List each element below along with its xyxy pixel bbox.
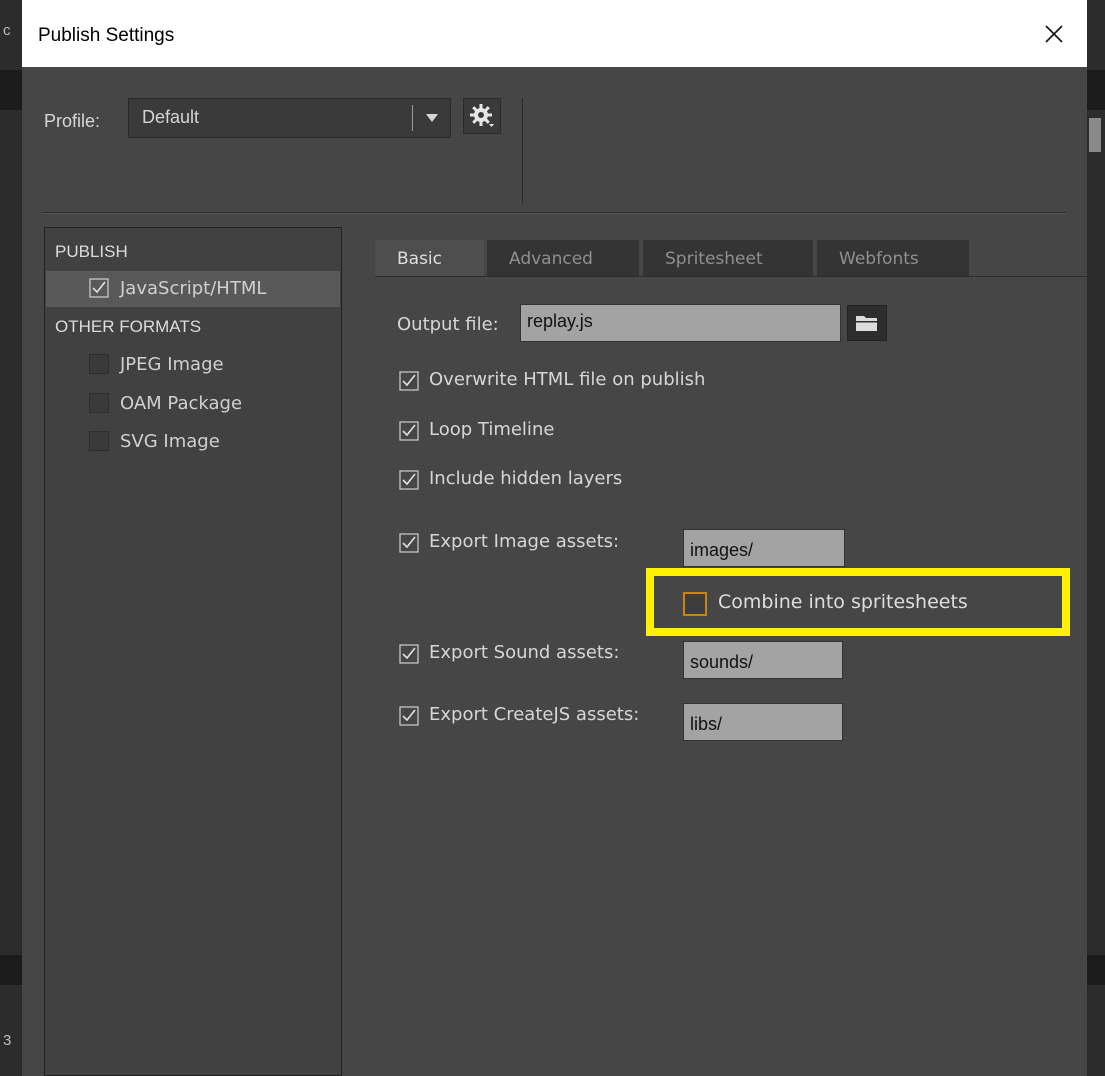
publish-heading: PUBLISH xyxy=(55,242,128,261)
folder-icon xyxy=(856,316,877,331)
dropdown-divider xyxy=(412,105,413,131)
format-checkbox[interactable] xyxy=(89,354,109,374)
export-image-label: Export Image assets: xyxy=(429,531,620,552)
output-file-label: Output file: xyxy=(397,314,499,335)
background-strip xyxy=(1087,70,1105,110)
export-sound-label: Export Sound assets: xyxy=(429,642,620,663)
header-divider-highlight xyxy=(44,213,1066,214)
browse-folder-button[interactable] xyxy=(847,305,887,341)
background-app-right xyxy=(1087,0,1105,1076)
background-letter: c xyxy=(3,22,11,39)
export-image-path-input[interactable]: images/ xyxy=(683,529,845,567)
tab-webfonts[interactable]: Webfonts xyxy=(817,240,969,277)
output-file-input[interactable]: replay.js xyxy=(520,304,841,342)
background-letter: 3 xyxy=(3,1032,12,1049)
tab-advanced[interactable]: Advanced xyxy=(487,240,639,277)
profile-dropdown[interactable]: Default xyxy=(128,98,451,138)
format-item-oam-package[interactable]: OAM Package xyxy=(46,386,340,422)
toolbar-separator xyxy=(522,98,523,204)
tab-basic[interactable]: Basic xyxy=(375,240,484,277)
checkmark-icon xyxy=(399,421,419,441)
title-bar: Publish Settings xyxy=(22,0,1087,67)
format-label: OAM Package xyxy=(120,393,243,414)
close-icon xyxy=(1045,25,1063,43)
tab-label: Webfonts xyxy=(839,248,919,269)
export-sound-checkbox[interactable] xyxy=(399,644,419,664)
format-label: JPEG Image xyxy=(120,354,224,375)
format-item-javascript-html[interactable]: JavaScript/HTML xyxy=(46,271,340,307)
export-createjs-path-input[interactable]: libs/ xyxy=(683,703,843,741)
background-strip xyxy=(0,955,22,985)
export-createjs-checkbox[interactable] xyxy=(399,706,419,726)
other-formats-heading: OTHER FORMATS xyxy=(55,317,202,336)
checkmark-icon xyxy=(399,644,419,664)
tab-label: Basic xyxy=(397,248,443,269)
include-hidden-layers-label: Include hidden layers xyxy=(429,468,623,489)
format-item-svg-image[interactable]: SVG Image xyxy=(46,424,340,460)
background-scrollbar xyxy=(1089,118,1101,152)
combine-spritesheets-label: Combine into spritesheets xyxy=(718,591,968,613)
profile-settings-button[interactable] xyxy=(463,98,501,134)
publish-settings-dialog: Publish Settings Profile: Default PUBLIS… xyxy=(22,0,1087,1076)
format-checkbox[interactable] xyxy=(89,278,109,298)
checkmark-icon xyxy=(399,371,419,391)
background-app-left: c 3 xyxy=(0,0,22,1076)
format-checkbox[interactable] xyxy=(89,431,109,451)
dialog-title: Publish Settings xyxy=(38,25,175,46)
combine-spritesheets-checkbox[interactable] xyxy=(683,592,707,616)
format-checkbox[interactable] xyxy=(89,393,109,413)
include-hidden-layers-checkbox[interactable] xyxy=(399,470,419,490)
overwrite-html-label: Overwrite HTML file on publish xyxy=(429,369,706,390)
checkmark-icon xyxy=(89,278,109,298)
format-list: PUBLISH JavaScript/HTML OTHER FORMATS JP… xyxy=(44,227,342,1076)
profile-label: Profile: xyxy=(44,111,101,131)
overwrite-html-checkbox[interactable] xyxy=(399,371,419,391)
loop-timeline-label: Loop Timeline xyxy=(429,419,555,440)
background-strip xyxy=(1087,955,1105,985)
export-sound-path-input[interactable]: sounds/ xyxy=(683,641,843,679)
checkmark-icon xyxy=(399,470,419,490)
gear-icon xyxy=(470,104,494,127)
chevron-down-icon xyxy=(426,114,438,122)
loop-timeline-checkbox[interactable] xyxy=(399,421,419,441)
background-strip xyxy=(0,70,22,110)
close-button[interactable] xyxy=(1032,14,1076,54)
format-label: JavaScript/HTML xyxy=(120,278,267,299)
tab-label: Spritesheet xyxy=(665,248,763,269)
format-item-jpeg-image[interactable]: JPEG Image xyxy=(46,347,340,383)
format-label: SVG Image xyxy=(120,431,220,452)
checkmark-icon xyxy=(399,706,419,726)
tab-label: Advanced xyxy=(509,248,593,269)
export-image-checkbox[interactable] xyxy=(399,533,419,553)
checkmark-icon xyxy=(399,533,419,553)
profile-value: Default xyxy=(142,107,200,127)
export-createjs-label: Export CreateJS assets: xyxy=(429,704,640,725)
tab-underline xyxy=(375,276,1087,277)
tab-spritesheet[interactable]: Spritesheet xyxy=(643,240,813,277)
